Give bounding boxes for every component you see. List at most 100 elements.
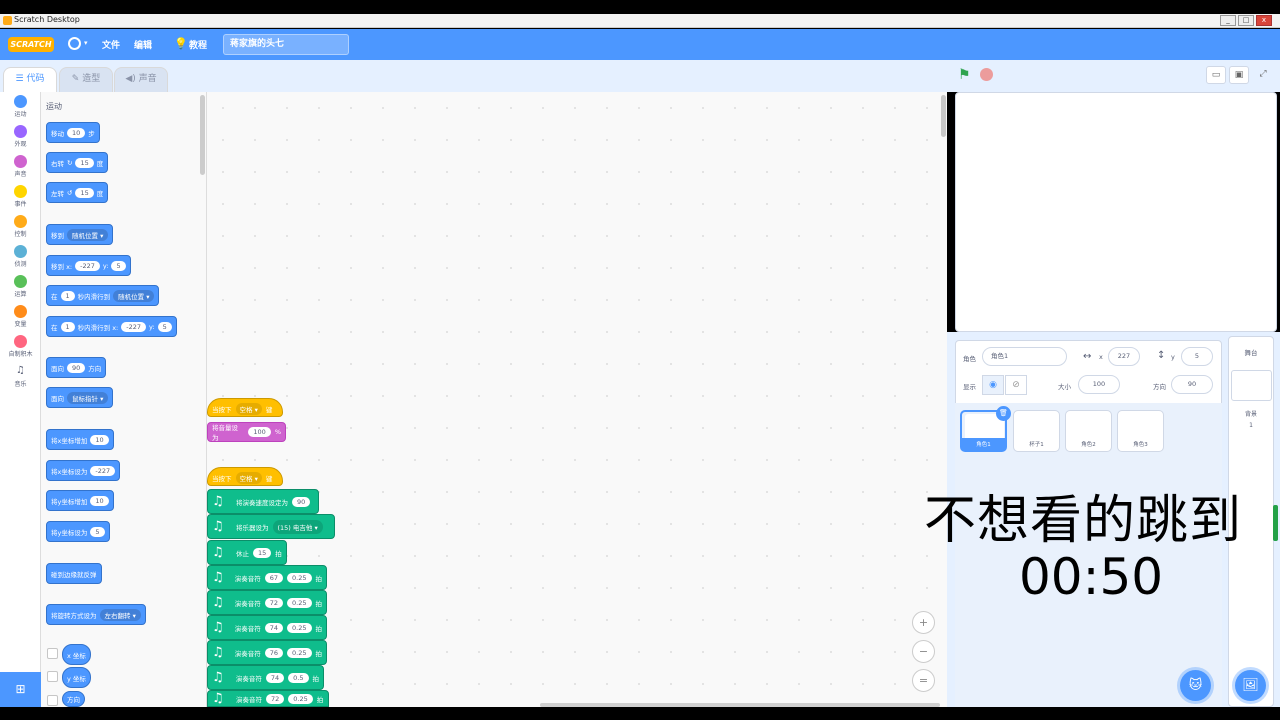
add-sprite-button[interactable]: 🐱 [1180,670,1211,701]
category-music[interactable]: ♫ 音乐 [0,365,41,388]
block-play-note[interactable]: ♫ 演奏音符 74 0.5 拍 [207,665,324,690]
palette-section-title: 运动 [46,102,62,111]
category-looks[interactable]: 外观 [0,125,41,148]
block-turn-right[interactable]: 右转 ↻ 15 度 [46,152,109,173]
scroll-handle[interactable] [1273,505,1278,541]
sprite-thumb-2[interactable]: 杯子1 [1013,410,1060,452]
block-play-note[interactable]: ♫ 演奏音符 74 0.25 拍 [207,615,327,640]
block-goto-xy[interactable]: 移到 x: -227 y: 5 [46,255,131,276]
hide-eye-icon[interactable]: ⊘ [1005,375,1027,395]
project-title-input[interactable]: 蒋家旗的头七 [223,34,349,55]
y-input[interactable]: 5 [1181,347,1213,366]
block-goto[interactable]: 移到 随机位置 ▾ [46,224,114,245]
category-events[interactable]: 事件 [0,185,41,208]
category-sensing[interactable]: 侦测 [0,245,41,268]
block-move-steps[interactable]: 移动 10 步 [46,122,100,143]
category-control[interactable]: 控制 [0,215,41,238]
block-glide-xy[interactable]: 在 1 秒内滑行到 x: -227 y: 5 [46,316,177,337]
block-set-instrument[interactable]: ♫ 将乐器设为 (15) 电吉他 ▾ [207,514,335,539]
category-motion[interactable]: 运动 [0,95,41,118]
file-menu[interactable]: 文件 [102,38,120,51]
language-caret-icon[interactable]: ▾ [84,39,88,47]
block-set-y[interactable]: 将y坐标设为 5 [46,521,110,542]
block-point-direction[interactable]: 面向 90 方向 [46,357,107,378]
lightbulb-icon[interactable]: 💡 [174,37,188,50]
close-button[interactable]: x [1256,15,1272,26]
reporter-x-position[interactable]: x 坐标 [62,644,91,665]
add-extension-button[interactable]: ⊞ [0,672,41,707]
block-change-y[interactable]: 将y坐标增加 10 [46,490,114,511]
palette-scrollbar[interactable] [200,95,205,175]
category-sound[interactable]: 声音 [0,155,41,178]
direction-input[interactable]: 90 [1171,375,1213,394]
block-set-volume[interactable]: 将音量设为 100% [207,422,286,442]
large-stage-button[interactable]: ▣ [1229,66,1249,84]
show-eye-icon[interactable]: ◉ [982,375,1004,395]
block-point-towards[interactable]: 面向 鼠标指针 ▾ [46,387,114,408]
fullscreen-button[interactable]: ⤢ [1253,66,1273,84]
zoom-in-button[interactable]: + [912,611,935,634]
block-play-note[interactable]: ♫ 演奏音符 67 0.25 拍 [207,565,327,590]
rotate-right-icon: ↻ [67,158,73,167]
workspace-vertical-scrollbar[interactable] [941,95,946,137]
y-position-checkbox[interactable] [47,671,58,682]
tab-costumes[interactable]: ✎ 造型 [59,67,113,92]
x-input[interactable]: 227 [1108,347,1140,366]
sprite-name-label: 角色 [963,355,976,363]
block-rotation-style[interactable]: 将旋转方式设为 左右翻转 ▾ [46,604,146,625]
editor-tabs: ☰ 代码 ✎ 造型 ◀) 声音 [0,60,955,92]
direction-checkbox[interactable] [47,695,58,706]
size-label: 大小 [1058,383,1071,391]
hat-when-key-pressed[interactable]: 当按下 空格 ▾ 键 [207,398,283,417]
zoom-out-button[interactable]: − [912,640,935,663]
block-rest[interactable]: ♫ 休止 15 拍 [207,540,287,565]
maximize-button[interactable]: □ [1238,15,1254,26]
small-stage-button[interactable]: ▭ [1206,66,1226,84]
block-change-x[interactable]: 将x坐标增加 10 [46,429,114,450]
block-turn-left[interactable]: 左转 ↺ 15 度 [46,182,109,203]
block-play-note[interactable]: ♫ 演奏音符 72 0.25 拍 [207,690,329,707]
block-bounce[interactable]: 碰到边缘就反弹 [46,563,102,584]
category-operators[interactable]: 运算 [0,275,41,298]
tab-code[interactable]: ☰ 代码 [3,67,57,92]
block-glide[interactable]: 在 1 秒内滑行到 随机位置 ▾ [46,285,160,306]
tutorials-menu[interactable]: 教程 [189,38,207,51]
stage-canvas[interactable] [955,92,1277,332]
scratch-logo[interactable]: SCRATCH [8,37,54,52]
stop-icon[interactable] [980,68,993,81]
sprite-name-input[interactable]: 角色1 [982,347,1067,366]
green-flag-icon[interactable]: ⚑ [958,67,971,83]
size-input[interactable]: 100 [1078,375,1120,394]
x-position-checkbox[interactable] [47,648,58,659]
edit-menu[interactable]: 编辑 [134,38,152,51]
category-variables[interactable]: 变量 [0,305,41,328]
music-note-icon: ♫ [212,545,224,560]
block-set-x[interactable]: 将x坐标设为 -227 [46,460,121,481]
hat-when-key-pressed-2[interactable]: 当按下 空格 ▾ 键 [207,467,283,486]
block-set-tempo[interactable]: ♫ 将演奏速度设定为 90 [207,489,319,514]
minimize-button[interactable]: _ [1220,15,1236,26]
workspace-horizontal-scrollbar[interactable] [540,703,940,707]
block-play-note[interactable]: ♫ 演奏音符 72 0.25 拍 [207,590,327,615]
block-play-note[interactable]: ♫ 演奏音符 76 0.25 拍 [207,640,327,665]
zoom-reset-button[interactable]: = [912,669,935,692]
tab-code-label: 代码 [26,74,45,84]
music-note-icon: ♫ [212,645,224,660]
music-note-icon: ♫ [212,691,224,706]
sprite-thumb-4[interactable]: 角色3 [1117,410,1164,452]
stage-thumbnail[interactable] [1231,370,1272,401]
category-my-blocks[interactable]: 自制积木 [0,335,41,358]
sprite-thumb-3[interactable]: 角色2 [1065,410,1112,452]
music-note-icon: ♫ [212,519,224,534]
music-note-icon: ♫ [212,570,224,585]
show-label: 显示 [963,383,976,391]
overlay-caption: 不想看的跳到 [924,491,1243,551]
reporter-y-position[interactable]: y 坐标 [62,667,91,688]
reporter-direction[interactable]: 方向 [62,691,85,707]
globe-icon[interactable] [68,37,81,50]
add-backdrop-button[interactable]: 🖼 [1235,670,1266,701]
music-note-icon: ♫ [212,670,224,685]
trash-icon[interactable]: 🗑 [996,406,1011,421]
music-note-icon: ♫ [212,595,224,610]
tab-sounds[interactable]: ◀) 声音 [114,67,168,92]
